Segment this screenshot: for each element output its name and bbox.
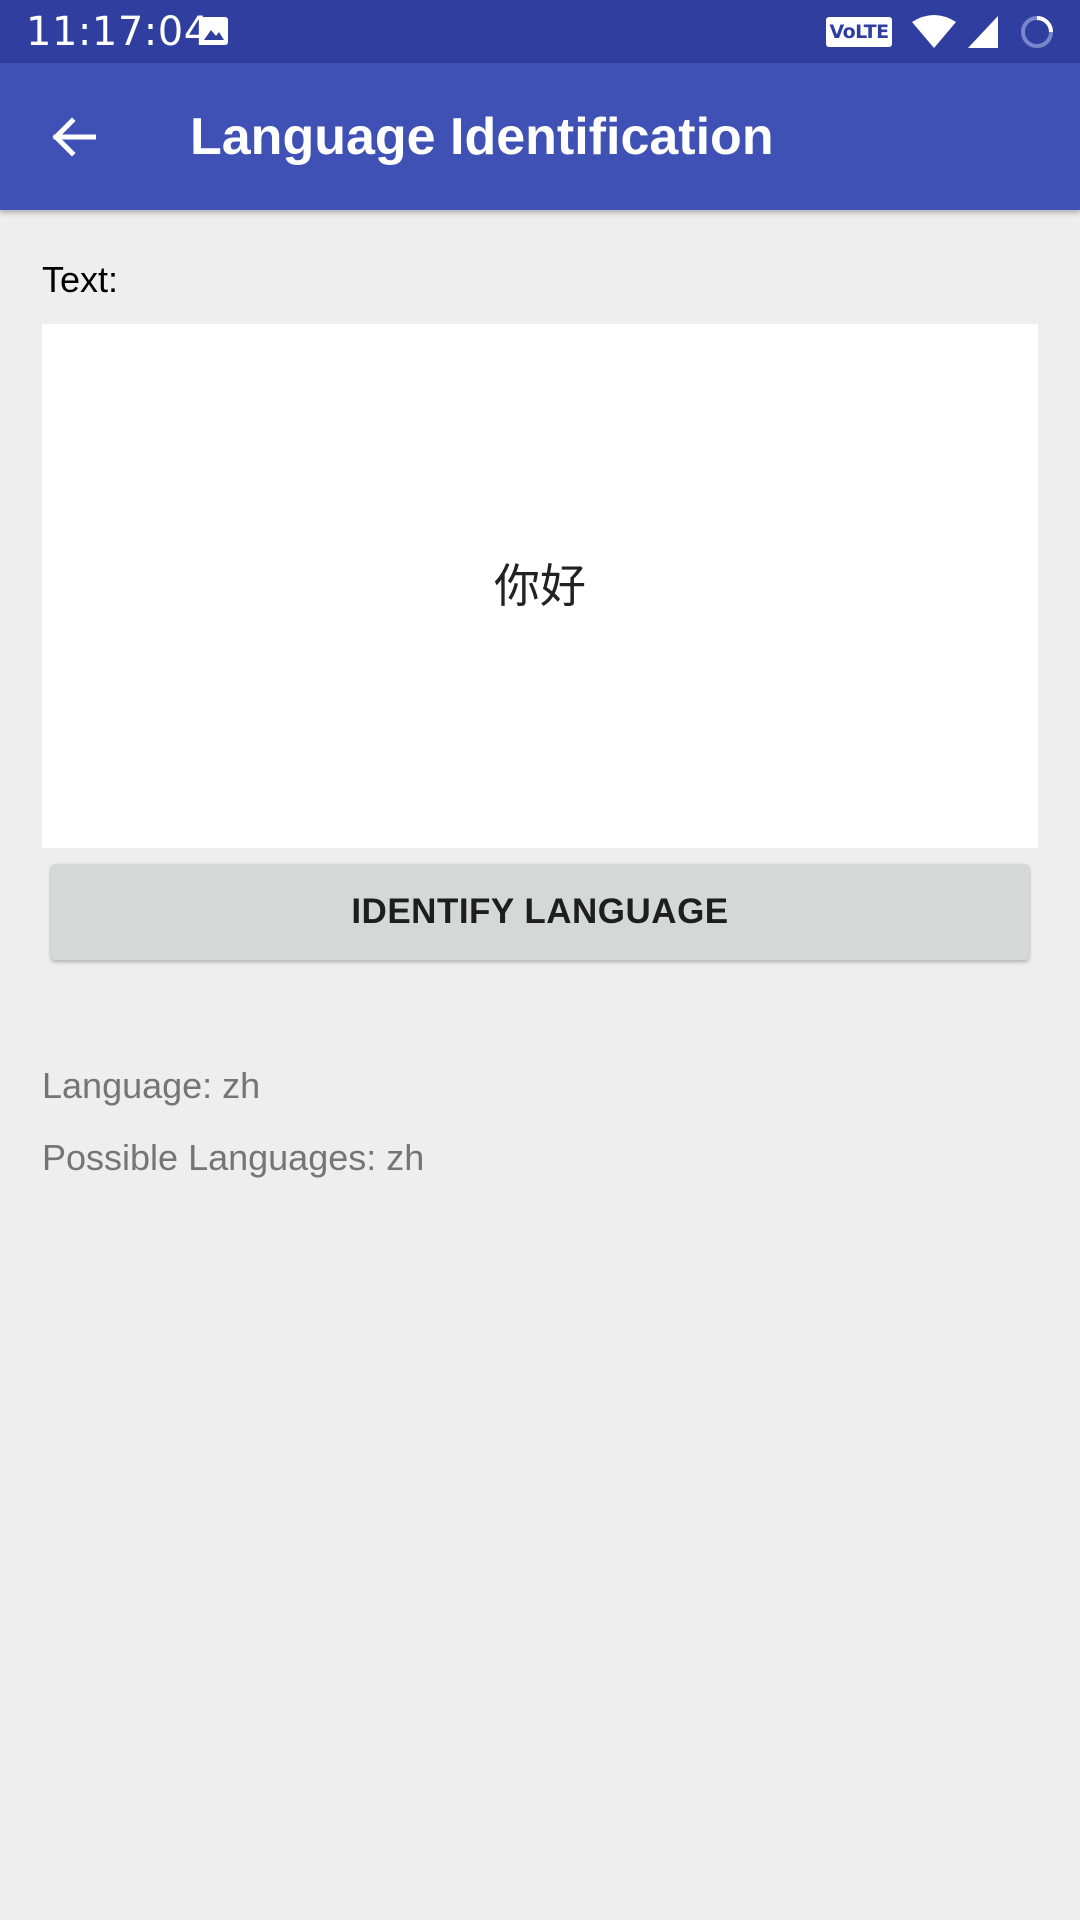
text-input[interactable]: 你好 [42, 324, 1038, 848]
app-bar: Language Identification [0, 63, 1080, 210]
back-button[interactable] [36, 100, 110, 174]
status-time: 11:17:04 [26, 9, 210, 55]
image-icon [200, 17, 228, 45]
text-label: Text: [42, 259, 119, 300]
battery-icon [1021, 16, 1053, 48]
arrow-left-icon [52, 117, 96, 157]
volte-icon: VoLTE [826, 17, 892, 47]
status-bar: 11:17:04 VoLTE [0, 0, 1080, 63]
possible-languages-result: Possible Languages: zh [42, 1137, 425, 1178]
identify-language-button[interactable]: IDENTIFY LANGUAGE [51, 864, 1029, 960]
page-title: Language Identification [190, 108, 774, 166]
signal-icon [968, 16, 998, 48]
language-result: Language: zh [42, 1065, 261, 1106]
wifi-icon [912, 15, 956, 48]
